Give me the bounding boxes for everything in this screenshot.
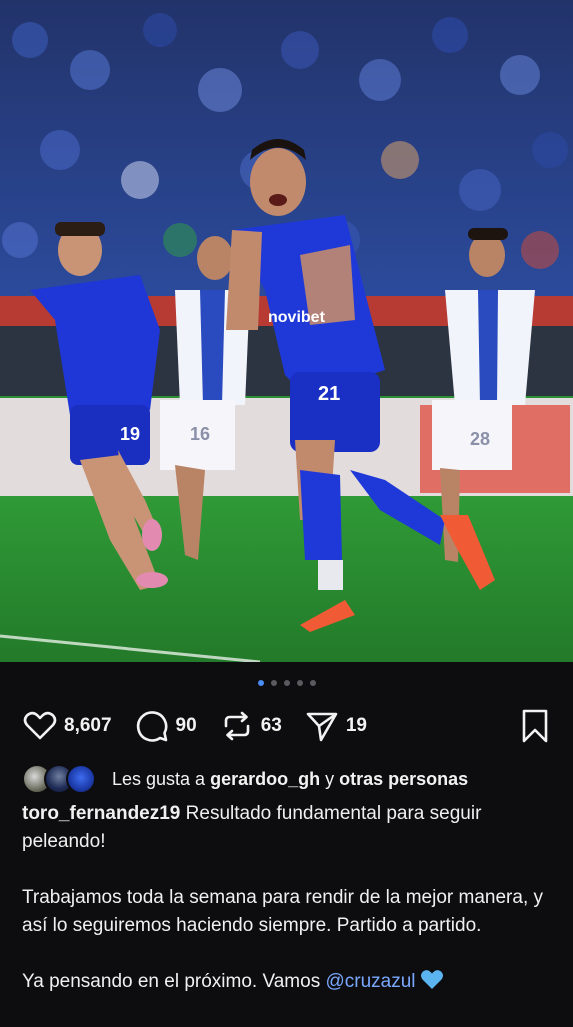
carousel-dot-active[interactable] (257, 680, 264, 686)
liked-by-avatars (22, 764, 96, 794)
sponsor-text: novibet (268, 309, 326, 326)
liked-by-others-link[interactable]: otras personas (339, 769, 468, 790)
avatar (66, 764, 96, 794)
heart-icon (23, 711, 57, 740)
bg-player-number-2: 28 (470, 429, 490, 449)
mention-link[interactable]: @cruzazul (325, 971, 415, 992)
share-count: 19 (345, 715, 367, 736)
comment-icon (136, 711, 167, 742)
like-count: 8,607 (64, 715, 112, 736)
caption-line-3: Ya pensando en el próximo. Vamos (22, 971, 321, 992)
carousel-dot[interactable] (283, 680, 290, 686)
repost-icon (224, 711, 249, 741)
liked-by-row[interactable]: Les gusta a gerardoo_gh y otras personas (22, 762, 563, 796)
carousel-dot[interactable] (309, 680, 316, 686)
carousel-indicator[interactable] (0, 680, 573, 686)
football-celebration-image: 19 16 28 21 novibet (0, 0, 573, 662)
like-button[interactable]: 8,607 (22, 708, 112, 744)
carousel-dot[interactable] (270, 680, 277, 686)
repost-button[interactable]: 63 (219, 708, 282, 744)
main-player-number: 21 (318, 383, 340, 405)
caption-line-2: Trabajamos toda la semana para rendir de… (22, 887, 543, 936)
bg-player-number-1: 16 (190, 424, 210, 444)
post-action-bar: 8,607 90 63 19 (22, 704, 551, 748)
post-caption: toro_fernandez19 Resultado fundamental p… (22, 800, 551, 1027)
blue-heart-icon (420, 968, 444, 999)
liked-by-user-link[interactable]: gerardoo_gh (210, 769, 320, 790)
send-icon (306, 712, 338, 742)
save-button[interactable] (519, 708, 551, 748)
caption-username[interactable]: toro_fernandez19 (22, 803, 180, 824)
share-button[interactable]: 19 (304, 708, 367, 744)
liked-by-joiner: y (325, 768, 335, 789)
bookmark-icon (522, 709, 548, 743)
liked-by-prefix: Les gusta a (112, 768, 206, 789)
repost-count: 63 (260, 715, 282, 736)
carousel-dot[interactable] (296, 680, 303, 686)
comment-count: 90 (175, 715, 197, 736)
post-photo[interactable]: 19 16 28 21 novibet (0, 0, 573, 662)
comment-button[interactable]: 90 (134, 708, 197, 744)
left-player-number: 19 (120, 424, 140, 444)
